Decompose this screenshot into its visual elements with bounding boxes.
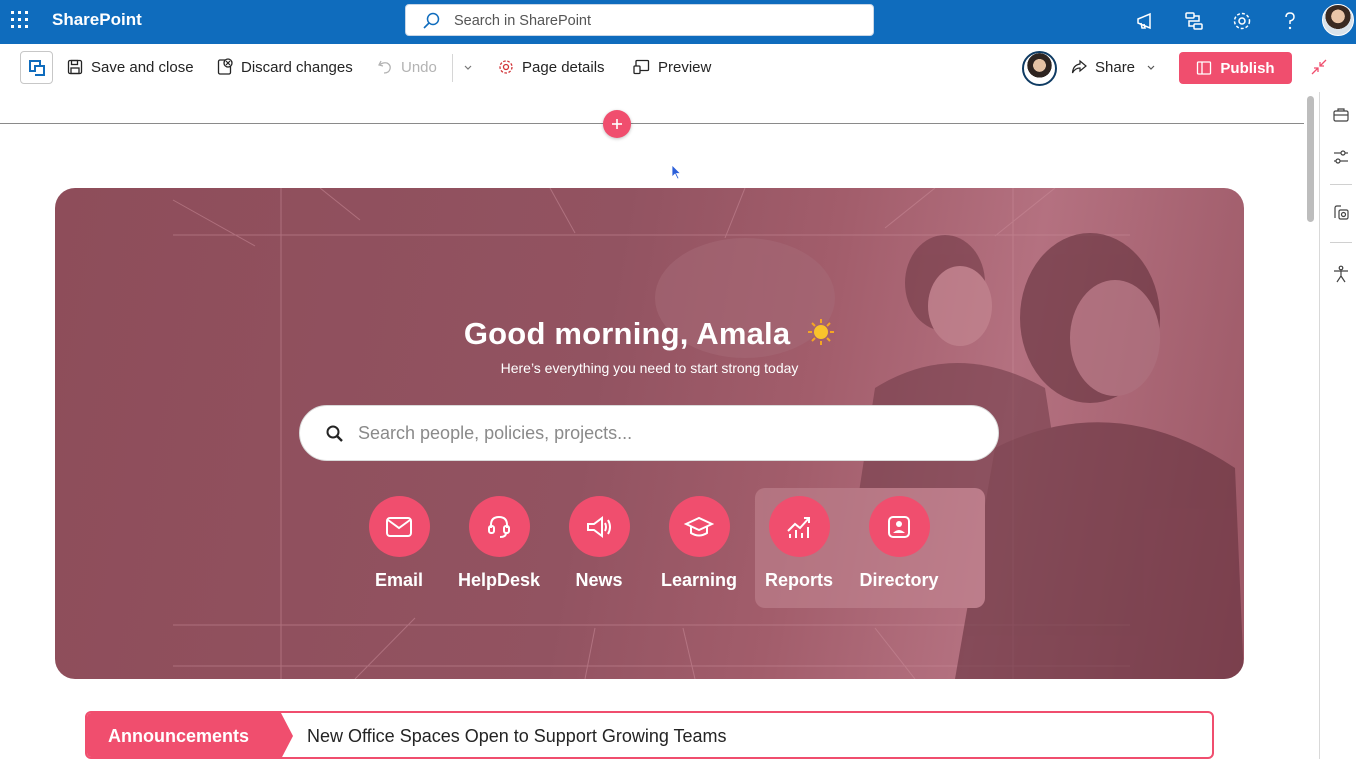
hero-subtitle: Here’s everything you need to start stro… <box>500 360 799 376</box>
undo-button[interactable]: Undo <box>377 56 437 78</box>
site-logo[interactable] <box>20 51 53 84</box>
publish-label: Publish <box>1220 59 1275 77</box>
accessibility-icon[interactable] <box>1332 265 1350 283</box>
search-icon <box>325 424 345 449</box>
help-icon[interactable] <box>1278 9 1302 33</box>
collapse-icon[interactable] <box>1310 58 1328 81</box>
quick-link-helpdesk[interactable]: HelpDesk <box>449 496 549 591</box>
search-icon <box>422 12 440 35</box>
rail-divider <box>1330 242 1352 243</box>
headset-icon <box>468 496 530 557</box>
quick-link-label: Directory <box>859 570 939 590</box>
publish-icon <box>1197 61 1212 75</box>
announcement-headline[interactable]: New Office Spaces Open to Support Growin… <box>307 726 727 747</box>
discard-changes-label: Discard changes <box>241 58 353 76</box>
plus-icon <box>612 119 622 129</box>
quick-link-reports[interactable]: Reports <box>749 496 849 591</box>
toolbox-icon[interactable] <box>1332 106 1350 124</box>
suite-search-placeholder: Search in SharePoint <box>454 13 592 29</box>
suite-bar: SharePoint Search in SharePoint <box>0 0 1356 44</box>
undo-label: Undo <box>401 58 437 76</box>
undo-dropdown-button[interactable] <box>462 56 482 78</box>
rail-divider <box>1330 184 1352 185</box>
greeting-heading: Good morning, Amala <box>55 316 1244 354</box>
right-toolbar <box>1319 92 1356 759</box>
graduation-cap-icon <box>668 496 730 557</box>
sun-icon <box>807 318 835 354</box>
add-section-button[interactable] <box>603 110 631 138</box>
save-and-close-label: Save and close <box>91 58 194 76</box>
quick-link-label: Email <box>374 570 424 590</box>
section-divider <box>0 123 1304 124</box>
people-search-placeholder: Search people, policies, projects... <box>358 423 633 443</box>
quick-link-news[interactable]: News <box>549 496 649 591</box>
people-search-input[interactable]: Search people, policies, projects... <box>299 405 999 461</box>
announcement-tag-arrow <box>281 713 293 757</box>
save-and-close-button[interactable]: Save and close <box>67 56 194 78</box>
quick-link-email[interactable]: Email <box>349 496 449 591</box>
profile-avatar[interactable] <box>1322 4 1354 36</box>
app-brand[interactable]: SharePoint <box>52 10 142 30</box>
discard-changes-button[interactable]: Discard changes <box>217 56 353 78</box>
undo-icon <box>378 60 391 74</box>
quick-link-label: News <box>575 570 623 590</box>
suite-search-box[interactable]: Search in SharePoint <box>405 4 874 36</box>
megaphone-icon <box>568 496 630 557</box>
page-details-label: Page details <box>522 58 605 76</box>
announcement-tag: Announcements <box>87 713 281 757</box>
announcement-ticker[interactable]: Announcements New Office Spaces Open to … <box>85 711 1214 759</box>
gear-icon <box>499 60 513 74</box>
design-ideas-icon[interactable] <box>1332 204 1350 222</box>
quick-link-learning[interactable]: Learning <box>649 496 749 591</box>
mouse-cursor-icon <box>671 164 682 185</box>
greeting-text: Good morning, Amala <box>463 316 791 351</box>
command-bar: Save and close Discard changes Undo Page… <box>0 44 1356 92</box>
contact-card-icon <box>868 496 930 557</box>
scrollbar-thumb[interactable] <box>1307 96 1314 222</box>
share-icon <box>1071 59 1087 74</box>
chevron-down-icon <box>464 65 472 70</box>
publish-button[interactable]: Publish <box>1179 52 1292 84</box>
settings-icon[interactable] <box>1230 9 1254 33</box>
preview-label: Preview <box>658 58 712 76</box>
flow-icon[interactable] <box>1182 9 1206 33</box>
author-avatar[interactable] <box>1022 51 1057 86</box>
discard-icon <box>217 58 233 75</box>
preview-icon <box>633 59 650 75</box>
quick-link-label: Learning <box>660 570 737 590</box>
hero-banner: Good morning, Amala Here’s everything yo… <box>55 188 1244 679</box>
chevron-down-icon <box>1147 65 1155 70</box>
megaphone-icon[interactable] <box>1134 9 1158 33</box>
share-button[interactable]: Share <box>1071 56 1157 78</box>
share-label: Share <box>1095 58 1136 76</box>
chart-icon <box>768 496 830 557</box>
preview-button[interactable]: Preview <box>633 56 711 78</box>
waffle-icon[interactable] <box>11 11 28 28</box>
quick-link-label: HelpDesk <box>457 570 541 590</box>
quick-link-label: Reports <box>764 570 833 590</box>
mail-icon <box>368 496 430 557</box>
page-details-button[interactable]: Page details <box>498 56 605 78</box>
sliders-icon[interactable] <box>1332 148 1350 166</box>
quick-link-directory[interactable]: Directory <box>849 496 949 591</box>
save-icon <box>67 59 83 75</box>
divider <box>452 54 453 82</box>
